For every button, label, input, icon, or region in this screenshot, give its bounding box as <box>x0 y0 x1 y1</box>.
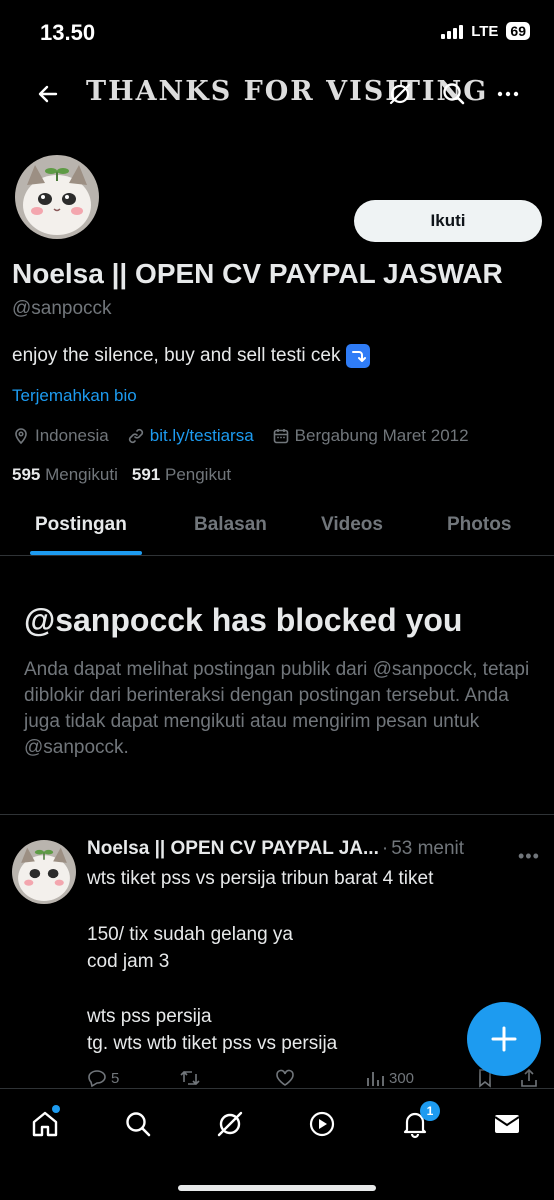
post-text-line: 150/ tix sudah gelang ya <box>87 924 293 945</box>
post-header: Noelsa || OPEN CV PAYPAL JA... · 53 meni… <box>87 838 464 860</box>
blocked-description: Anda dapat melihat postingan publik dari… <box>24 659 530 758</box>
heart-icon <box>276 1069 294 1086</box>
status-bar: 13.50 LTE 69 <box>0 0 554 64</box>
home-indicator <box>178 1185 376 1191</box>
follow-button[interactable]: Ikuti <box>354 200 542 242</box>
profile-bio: enjoy the silence, buy and sell testi ce… <box>12 344 371 368</box>
profile-avatar[interactable] <box>12 152 102 242</box>
active-tab-indicator <box>30 551 142 555</box>
following-count: 595 <box>12 465 41 484</box>
nav-grok[interactable] <box>213 1107 247 1141</box>
grok-icon <box>217 1111 243 1137</box>
following-stat[interactable]: 595 Mengikuti <box>12 465 118 485</box>
like-action[interactable] <box>275 1068 365 1088</box>
views-action[interactable]: 300 <box>365 1068 475 1088</box>
back-arrow-icon[interactable] <box>34 80 62 108</box>
followers-stat[interactable]: 591 Pengikut <box>132 465 231 485</box>
profile-display-name: Noelsa || OPEN CV PAYPAL JASWAR <box>12 258 503 289</box>
profile-header: THANKS FOR VISITING <box>0 70 554 118</box>
more-icon[interactable] <box>494 80 522 108</box>
compose-post-button[interactable] <box>467 1002 541 1076</box>
home-icon <box>32 1111 58 1137</box>
location: Indonesia <box>12 426 109 446</box>
website-link[interactable]: bit.ly/testiarsa <box>150 426 254 446</box>
bio-text: enjoy the silence, buy and sell testi ce… <box>12 345 341 366</box>
reply-icon <box>88 1070 106 1088</box>
calendar-icon <box>273 429 288 444</box>
location-text: Indonesia <box>35 426 109 445</box>
divider <box>0 814 554 815</box>
profile-handle: @sanpocck <box>12 298 112 319</box>
post-text-line: cod jam 3 <box>87 951 170 972</box>
views-icon <box>367 1072 384 1086</box>
link-icon <box>128 428 143 444</box>
website[interactable]: bit.ly/testiarsa <box>127 426 254 446</box>
tab-posts[interactable]: Postingan <box>35 514 127 536</box>
video-icon <box>309 1111 335 1137</box>
nav-notifications[interactable]: 1 <box>398 1101 440 1141</box>
follow-stats: 595 Mengikuti 591 Pengikut <box>12 465 231 485</box>
join-date: Bergabung Maret 2012 <box>272 426 469 446</box>
profile-meta: Indonesia bit.ly/testiarsa Bergabung Mar… <box>12 426 469 446</box>
tab-photos[interactable]: Photos <box>447 514 511 536</box>
header-banner-title: THANKS FOR VISITING <box>86 76 489 107</box>
search-icon <box>126 1112 151 1137</box>
bottom-navigation: 1 <box>0 1088 554 1200</box>
network-type: LTE <box>471 22 499 40</box>
location-pin-icon <box>15 428 27 445</box>
followers-label: Pengikut <box>164 465 232 484</box>
arrow-curving-down-emoji-icon <box>346 344 371 368</box>
post-text-line: wts tiket pss vs persija tribun barat 4 … <box>87 868 434 889</box>
tab-videos[interactable]: Videos <box>321 514 383 536</box>
post-author-name[interactable]: Noelsa || OPEN CV PAYPAL JA... <box>87 838 379 860</box>
blocked-title: @sanpocck has blocked you <box>24 602 463 638</box>
status-indicators: LTE 69 <box>441 22 530 40</box>
notification-badge: 1 <box>420 1101 440 1121</box>
nav-home[interactable] <box>28 1105 62 1141</box>
post-text-line: wts pss persija <box>87 1006 212 1027</box>
followers-count: 591 <box>131 465 161 484</box>
join-date-text: Bergabung Maret 2012 <box>294 426 469 445</box>
following-label: Mengikuti <box>45 465 118 484</box>
post-more-icon[interactable]: ••• <box>518 846 540 867</box>
battery-icon: 69 <box>506 22 530 40</box>
nav-messages[interactable] <box>490 1107 524 1141</box>
nav-video[interactable] <box>305 1107 339 1141</box>
repost-icon <box>180 1070 200 1086</box>
post-author-avatar[interactable] <box>12 840 76 904</box>
search-icon[interactable] <box>440 80 468 108</box>
tab-replies[interactable]: Balasan <box>194 514 267 536</box>
plus-icon <box>491 1026 517 1052</box>
repost-action[interactable] <box>179 1068 275 1088</box>
grok-icon[interactable] <box>386 80 414 108</box>
profile-tabs: Postingan Balasan Videos Photos <box>0 500 554 556</box>
reply-action[interactable]: 5 <box>87 1068 179 1088</box>
cellular-signal-icon <box>441 23 464 39</box>
post-timestamp[interactable]: 53 menit <box>391 838 464 860</box>
reply-count: 5 <box>111 1069 120 1087</box>
home-new-dot <box>52 1105 60 1113</box>
messages-icon <box>494 1115 520 1133</box>
views-count: 300 <box>389 1069 415 1087</box>
status-time: 13.50 <box>40 20 96 45</box>
post-separator: · <box>381 838 389 859</box>
post-text-line: tg. wts wtb tiket pss vs persija <box>87 1033 338 1054</box>
nav-search[interactable] <box>121 1107 155 1141</box>
translate-bio-link[interactable]: Terjemahkan bio <box>12 386 137 406</box>
post-actions: 5 300 <box>87 1066 547 1090</box>
